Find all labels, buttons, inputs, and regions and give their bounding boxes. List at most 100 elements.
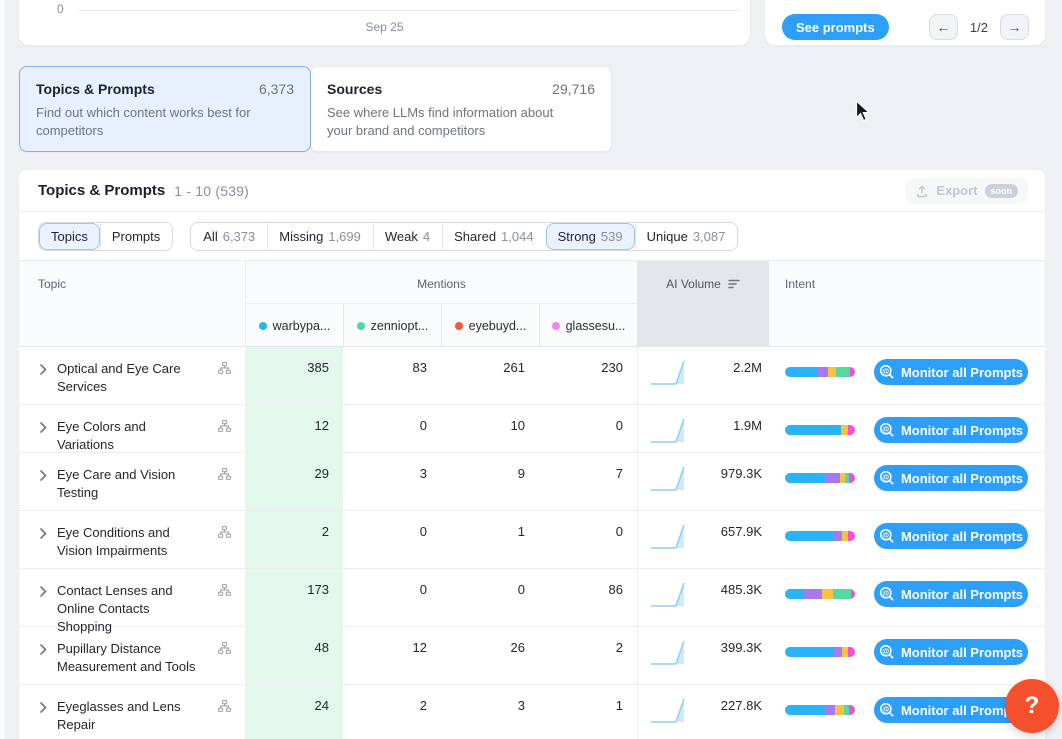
topic-name[interactable]: Eye Colors and Variations [57,418,197,454]
expand-chevron-icon[interactable] [40,468,47,502]
intent-segment [848,425,855,435]
brand-label: warbypa... [273,319,331,333]
topic-name[interactable]: Optical and Eye Care Services [57,360,197,396]
topic-cell: Eye Colors and Variations [19,405,245,454]
table-row: Contact Lenses and Online Contacts Shopp… [19,569,1045,627]
export-button[interactable]: Export soon [905,178,1028,204]
intent-cell [769,511,874,541]
monitor-cell: @Monitor all Prompts [874,347,1045,385]
prev-page-button[interactable]: ← [929,14,958,40]
brand-label: eyebuyd... [469,319,527,333]
expand-chevron-icon[interactable] [40,700,47,734]
brand-header-1[interactable]: warbypa... [245,304,343,347]
topic-hierarchy-icon[interactable] [218,467,231,485]
monitor-all-prompts-button[interactable]: @Monitor all Prompts [874,465,1028,491]
intent-cell [769,685,874,715]
intent-cell [769,405,874,435]
intent-segment [825,473,840,483]
ai-volume-cell: 399.3K [637,627,769,684]
ai-volume-cell: 657.9K [637,511,769,568]
topic-hierarchy-icon[interactable] [218,641,231,659]
monitor-all-prompts-button[interactable]: @Monitor all Prompts [874,523,1028,549]
export-icon [915,184,929,198]
topic-hierarchy-icon[interactable] [218,699,231,717]
monitor-prompts-icon: @ [879,644,895,660]
topic-name[interactable]: Eye Care and Vision Testing [57,466,197,502]
next-page-button[interactable]: → [1000,14,1029,40]
filter-tab-count: 4 [423,229,430,244]
mention-count-3: 0 [441,569,539,636]
view-tab-label: Prompts [112,229,160,244]
ai-volume-label: AI Volume [666,277,721,291]
nav-card-title: Sources [327,81,382,97]
ai-volume-value: 2.2M [733,360,762,375]
intent-distribution-bar [785,473,855,483]
nav-card-topics-prompts[interactable]: Topics & Prompts 6,373 Find out which co… [19,66,311,152]
filter-tab-all[interactable]: All6,373 [191,223,267,250]
monitor-button-label: Monitor all Prompts [901,471,1023,486]
ai-volume-cell: 979.3K [637,453,769,510]
ai-volume-cell: 227.8K [637,685,769,739]
mention-count-2: 12 [343,627,441,684]
filter-tab-label: Missing [279,229,323,244]
brand-header-3[interactable]: eyebuyd... [441,304,539,347]
topic-name[interactable]: Eyeglasses and Lens Repair [57,698,197,734]
monitor-prompts-icon: @ [879,702,895,718]
monitor-all-prompts-button[interactable]: @Monitor all Prompts [874,581,1028,607]
intent-distribution-bar [785,647,855,657]
topic-hierarchy-icon[interactable] [218,419,231,437]
trend-sparkline [638,685,691,726]
filter-tab-strong[interactable]: Strong539 [546,223,635,250]
topic-hierarchy-icon[interactable] [218,583,231,601]
trend-sparkline [638,405,691,446]
svg-text:@: @ [882,530,889,539]
brand-header-4[interactable]: glassesu... [539,304,637,347]
help-button[interactable]: ? [1005,679,1059,733]
expand-chevron-icon[interactable] [40,642,47,676]
filter-tab-weak[interactable]: Weak4 [373,223,442,250]
mention-count-4: 86 [539,569,637,636]
brand-dot-icon [357,322,365,330]
mention-count-3: 9 [441,453,539,510]
topic-hierarchy-icon[interactable] [218,525,231,543]
ai-volume-value: 1.9M [733,418,762,433]
view-tab-prompts[interactable]: Prompts [100,223,172,250]
expand-chevron-icon[interactable] [40,362,47,396]
expand-chevron-icon[interactable] [40,420,47,454]
see-prompts-button[interactable]: See prompts [782,14,889,40]
ai-volume-cell: 1.9M [637,405,769,454]
filter-tab-shared[interactable]: Shared1,044 [442,223,545,250]
nav-card-sources[interactable]: Sources 29,716 See where LLMs find infor… [310,66,612,152]
export-label: Export [936,183,977,198]
mention-count-3: 3 [441,685,539,739]
intent-segment [828,367,836,377]
topic-name[interactable]: Eye Conditions and Vision Impairments [57,524,197,560]
topic-hierarchy-icon[interactable] [218,361,231,379]
ai-volume-value: 485.3K [721,582,762,597]
intent-segment [825,705,835,715]
intent-segment [785,367,817,377]
table-body: Optical and Eye Care Services38583261230… [19,347,1045,739]
brand-dot-icon [552,322,560,330]
view-tab-topics[interactable]: Topics [39,223,100,250]
mention-count-4: 2 [539,627,637,684]
intent-segment [822,589,833,599]
brand-dot-icon [259,322,267,330]
brand-header-2[interactable]: zenniopt... [343,304,441,347]
monitor-all-prompts-button[interactable]: @Monitor all Prompts [874,417,1028,443]
monitor-all-prompts-button[interactable]: @Monitor all Prompts [874,639,1028,665]
column-topic[interactable]: Topic [19,261,245,347]
trend-sparkline [638,627,691,668]
monitor-all-prompts-button[interactable]: @Monitor all Prompts [874,359,1028,385]
topic-name[interactable]: Pupillary Distance Measurement and Tools [57,640,197,676]
table-header: Topics & Prompts 1 - 10 (539) Export soo… [19,170,1045,212]
filter-tab-missing[interactable]: Missing1,699 [267,223,373,250]
expand-chevron-icon[interactable] [40,526,47,560]
filter-tab-unique[interactable]: Unique3,087 [635,223,738,250]
table-row: Pupillary Distance Measurement and Tools… [19,627,1045,685]
monitor-cell: @Monitor all Prompts [874,453,1045,491]
chart-x-tick: Sep 25 [19,20,750,34]
nav-card-count: 6,373 [259,81,294,97]
column-ai-volume[interactable]: AI Volume [637,261,769,347]
svg-text:@: @ [882,588,889,597]
